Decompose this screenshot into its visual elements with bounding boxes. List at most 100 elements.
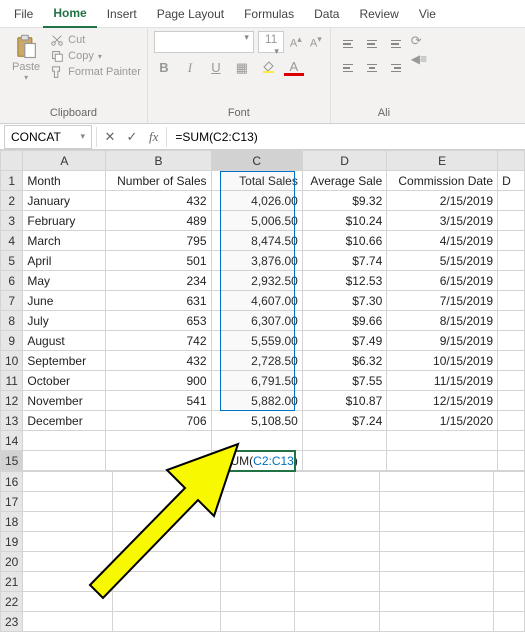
orientation-button[interactable]: ⟳	[411, 33, 427, 49]
cell[interactable]	[23, 451, 106, 471]
row-header[interactable]: 4	[1, 231, 23, 251]
cell[interactable]	[498, 411, 525, 431]
cell[interactable]	[498, 451, 525, 471]
cell[interactable]: 1/15/2020	[387, 411, 498, 431]
cell[interactable]	[106, 431, 211, 451]
row-header[interactable]: 23	[1, 612, 23, 632]
name-box[interactable]: CONCAT ▾	[4, 125, 92, 149]
tab-formulas[interactable]: Formulas	[234, 1, 304, 27]
tab-pagelayout[interactable]: Page Layout	[147, 1, 234, 27]
decrease-font-button[interactable]: A▾	[308, 32, 324, 52]
cell[interactable]	[498, 391, 525, 411]
cell[interactable]: $10.66	[302, 231, 386, 251]
cell[interactable]	[380, 532, 494, 552]
cell[interactable]	[380, 472, 494, 492]
cell[interactable]	[220, 552, 294, 572]
cell[interactable]	[23, 532, 113, 552]
align-center-button[interactable]	[361, 57, 383, 79]
cell[interactable]	[113, 572, 221, 592]
cell[interactable]: 10/15/2019	[387, 351, 498, 371]
cell[interactable]	[494, 532, 525, 552]
fill-color-button[interactable]	[258, 59, 278, 76]
border-button[interactable]: ▦	[232, 60, 252, 76]
cell[interactable]: June	[23, 291, 106, 311]
cell[interactable]	[302, 431, 386, 451]
col-header-F[interactable]	[498, 151, 525, 171]
cell[interactable]	[498, 431, 525, 451]
cell[interactable]: December	[23, 411, 106, 431]
row-header[interactable]: 10	[1, 351, 23, 371]
cell[interactable]: $7.30	[302, 291, 386, 311]
cell[interactable]: $7.24	[302, 411, 386, 431]
cell[interactable]	[113, 552, 221, 572]
cell[interactable]: May	[23, 271, 106, 291]
cell[interactable]: 4,026.00	[211, 191, 302, 211]
cell[interactable]	[113, 512, 221, 532]
cell[interactable]	[494, 472, 525, 492]
cell-grid[interactable]: A B C D E 1 Month Number of Sales Total …	[0, 150, 525, 471]
cell[interactable]	[498, 311, 525, 331]
cell[interactable]	[294, 592, 380, 612]
cell[interactable]	[211, 431, 302, 451]
cell[interactable]: 432	[106, 351, 211, 371]
cell[interactable]: July	[23, 311, 106, 331]
cell[interactable]	[498, 351, 525, 371]
cell[interactable]	[498, 291, 525, 311]
cell[interactable]: $10.87	[302, 391, 386, 411]
row-header[interactable]: 6	[1, 271, 23, 291]
underline-button[interactable]: U	[206, 60, 226, 75]
tab-review[interactable]: Review	[349, 1, 408, 27]
cell[interactable]: April	[23, 251, 106, 271]
cell[interactable]	[113, 612, 221, 632]
cell-grid-empty[interactable]: 1617181920212223	[0, 471, 525, 632]
cell[interactable]: Average Sale	[302, 171, 386, 191]
format-painter-button[interactable]: Format Painter	[50, 65, 141, 79]
row-header[interactable]: 2	[1, 191, 23, 211]
cell[interactable]: 9/15/2019	[387, 331, 498, 351]
cell[interactable]	[494, 492, 525, 512]
cell[interactable]	[498, 211, 525, 231]
cell[interactable]: 653	[106, 311, 211, 331]
cell[interactable]: 706	[106, 411, 211, 431]
row-header[interactable]: 18	[1, 512, 23, 532]
cell[interactable]	[294, 572, 380, 592]
cell[interactable]	[23, 572, 113, 592]
cell[interactable]: $12.53	[302, 271, 386, 291]
cell[interactable]: 4/15/2019	[387, 231, 498, 251]
cell[interactable]	[494, 572, 525, 592]
row-header[interactable]: 20	[1, 552, 23, 572]
cell[interactable]	[380, 572, 494, 592]
cell[interactable]: 5,108.50	[211, 411, 302, 431]
cell[interactable]: 489	[106, 211, 211, 231]
tab-insert[interactable]: Insert	[97, 1, 147, 27]
cell[interactable]	[498, 251, 525, 271]
cell[interactable]: $9.32	[302, 191, 386, 211]
cell[interactable]: 541	[106, 391, 211, 411]
cell[interactable]	[387, 431, 498, 451]
cell[interactable]	[380, 612, 494, 632]
cell[interactable]: 3,876.00	[211, 251, 302, 271]
cell[interactable]	[498, 191, 525, 211]
row-header[interactable]: 21	[1, 572, 23, 592]
cell[interactable]	[498, 371, 525, 391]
fx-button[interactable]: fx	[143, 129, 164, 145]
align-right-button[interactable]	[385, 57, 407, 79]
cell[interactable]: 2,932.50	[211, 271, 302, 291]
align-bottom-button[interactable]	[385, 33, 407, 55]
cell[interactable]: August	[23, 331, 106, 351]
cell[interactable]: 6,307.00	[211, 311, 302, 331]
cell[interactable]	[113, 472, 221, 492]
cell[interactable]: March	[23, 231, 106, 251]
cell[interactable]	[494, 612, 525, 632]
cell[interactable]	[294, 512, 380, 532]
font-name-dropdown[interactable]	[154, 31, 254, 53]
cell[interactable]	[113, 532, 221, 552]
cell[interactable]: $10.24	[302, 211, 386, 231]
select-all-corner[interactable]	[1, 151, 23, 171]
cell[interactable]	[23, 552, 113, 572]
copy-button[interactable]: Copy ▾	[50, 49, 141, 63]
cell[interactable]: 432	[106, 191, 211, 211]
cell[interactable]	[220, 572, 294, 592]
row-header[interactable]: 17	[1, 492, 23, 512]
cell[interactable]	[106, 451, 211, 471]
